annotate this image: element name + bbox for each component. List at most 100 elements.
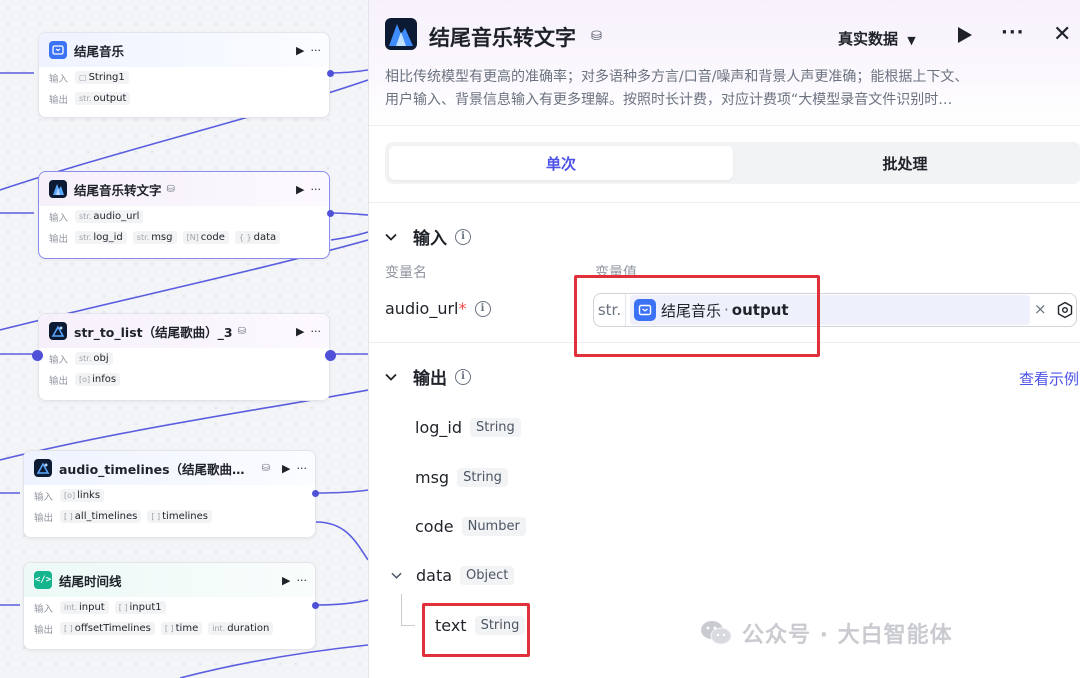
speech-to-text-app-icon (385, 18, 417, 50)
workflow-node-end-music-to-text[interactable]: 结尾音乐转文字 ⛁ ▶ ··· 输入 str. audio_url 输出 str.… (38, 171, 330, 259)
tree-connector (401, 594, 415, 626)
highlight-box-text-output (422, 603, 530, 657)
output-tag: [N] code (182, 231, 229, 244)
node-title: 结尾时间线 (59, 573, 122, 589)
run-button[interactable] (957, 26, 973, 44)
output-tag: [ ] time (160, 622, 203, 635)
info-icon[interactable]: i (455, 368, 471, 385)
output-section-toggle[interactable]: 输出 i (385, 364, 471, 389)
plugin-badge-icon: ⛁ (261, 462, 271, 474)
output-tag: int. duration (208, 622, 274, 635)
column-header-name: 变量名 (385, 265, 427, 281)
output-section-title: 输出 (413, 369, 447, 389)
plugin-badge-icon: ⛁ (591, 29, 602, 44)
output-tag: [ ] timelines (147, 510, 212, 523)
output-item: log_id String (415, 418, 521, 437)
output-item-expandable[interactable]: data Object (391, 566, 515, 585)
tab-batch[interactable]: 批处理 (733, 146, 1077, 180)
type-badge: String (457, 468, 508, 487)
output-tag: [o] infos (75, 373, 121, 386)
node-inputs-row: 输入 int. input [ ] input1 (24, 597, 315, 618)
node-output-port[interactable] (312, 490, 319, 497)
clear-icon[interactable]: × (1034, 300, 1047, 318)
output-tag: { } data (234, 231, 281, 244)
node-input-port[interactable] (32, 350, 43, 361)
chevron-down-icon (385, 373, 397, 381)
watermark: 公众号 · 大白智能体 (700, 617, 953, 649)
node-run-button[interactable]: ▶ (282, 462, 290, 475)
node-header: 结尾音乐 ▶ ··· (39, 33, 329, 67)
input-section-toggle[interactable]: 输入 i (385, 224, 471, 249)
plugin-badge-icon: ⛁ (166, 183, 175, 195)
plugin-icon (34, 459, 52, 477)
input-section-title: 输入 (413, 229, 447, 249)
output-tag: [ ] all_timelines (60, 510, 142, 523)
node-output-port[interactable] (325, 350, 336, 361)
code-block-icon (49, 41, 67, 59)
info-icon[interactable]: i (474, 300, 491, 317)
output-tag: str. log_id (75, 231, 127, 244)
input-tag: str. obj (75, 352, 113, 365)
panel-title: 结尾音乐转文字 (429, 26, 576, 50)
chevron-down-icon (391, 572, 402, 579)
node-header: audio_timelines（结尾歌曲… ⛁ ▶ ··· (24, 451, 315, 485)
workflow-node-str-to-list[interactable]: str_to_list（结尾歌曲）_3 ⛁ ▶ ··· 输入 str. obj 输… (38, 313, 330, 401)
node-run-button[interactable]: ▶ (296, 44, 304, 57)
node-more-button[interactable]: ··· (311, 325, 322, 338)
node-inputs-row: 输入 str. obj (39, 348, 329, 369)
wechat-icon (701, 621, 732, 645)
output-tag: str. msg (132, 231, 177, 244)
workflow-node-end-music[interactable]: 结尾音乐 ▶ ··· 输入 ▢ String1 输出 str. output (38, 32, 330, 118)
output-tag: str. output (75, 92, 131, 105)
node-output-port[interactable] (327, 210, 334, 217)
code-icon: </> (34, 571, 52, 589)
output-tag: [ ] offsetTimelines (60, 622, 155, 635)
more-button[interactable]: ··· (1001, 22, 1025, 43)
required-marker: * (458, 299, 467, 318)
chevron-down-icon (385, 233, 397, 241)
workflow-node-audio-timelines[interactable]: audio_timelines（结尾歌曲… ⛁ ▶ ··· 输入 [o] link… (23, 450, 316, 538)
node-run-button[interactable]: ▶ (296, 183, 304, 196)
node-more-button[interactable]: ··· (297, 462, 308, 475)
highlight-box-input-value (574, 275, 820, 357)
node-title: audio_timelines（结尾歌曲… (59, 461, 245, 477)
node-header: </> 结尾时间线 ▶ ··· (24, 563, 315, 597)
node-more-button[interactable]: ··· (311, 44, 322, 57)
info-icon[interactable]: i (455, 228, 471, 245)
type-badge: Object (460, 566, 515, 585)
type-badge: Number (461, 517, 526, 536)
panel-description: 相比传统模型有更高的准确率；对多语种多方言/口音/噪声和背景人声更准确；能根据上… (385, 69, 969, 108)
close-button[interactable]: ✕ (1053, 22, 1071, 47)
node-run-button[interactable]: ▶ (296, 325, 304, 338)
node-run-button[interactable]: ▶ (282, 574, 290, 587)
node-more-button[interactable]: ··· (311, 183, 322, 196)
output-item: msg String (415, 468, 508, 487)
node-inputs-row: 输入 str. audio_url (39, 206, 329, 227)
real-data-dropdown[interactable]: 真实数据 ▼ (838, 28, 916, 49)
input-tag: [o] links (60, 489, 105, 502)
node-more-button[interactable]: ··· (297, 574, 308, 587)
input-tag: int. input (60, 601, 109, 614)
workflow-canvas[interactable]: 结尾音乐 ▶ ··· 输入 ▢ String1 输出 str. output 结尾音… (0, 0, 368, 678)
variable-settings-icon[interactable] (1056, 301, 1074, 319)
node-inputs-row: 输入 [o] links (24, 485, 315, 506)
node-outputs-row: 输出 [ ] all_timelines [ ] timelines (24, 506, 315, 527)
node-outputs-row: 输出 [o] infos (39, 369, 329, 390)
node-title: str_to_list（结尾歌曲）_3 (74, 324, 233, 340)
node-outputs-row: 输出 str. log_id str. msg [N] code { } data (39, 227, 329, 248)
speech-to-text-icon (49, 180, 67, 198)
workflow-node-end-timeline[interactable]: </> 结尾时间线 ▶ ··· 输入 int. input [ ] input1 输… (23, 562, 316, 650)
input-tag: ▢ String1 (75, 71, 129, 84)
node-outputs-row: 输出 [ ] offsetTimelines [ ] time int. durati… (24, 618, 315, 639)
run-mode-tabs: 单次 批处理 (385, 142, 1080, 184)
panel-header: 结尾音乐转文字 ⛁ 真实数据 ▼ ··· ✕ 相比传统模型有更高的准确率；对多语… (369, 0, 1080, 126)
tab-single[interactable]: 单次 (389, 146, 733, 180)
node-title: 结尾音乐 (74, 43, 125, 59)
caret-down-icon: ▼ (907, 34, 916, 47)
node-outputs-row: 输出 str. output (39, 88, 329, 109)
input-tag: str. audio_url (75, 210, 144, 223)
plugin-icon (49, 322, 67, 340)
node-output-port[interactable] (327, 70, 334, 77)
node-output-port[interactable] (312, 602, 319, 609)
view-example-link[interactable]: 查看示例 (1019, 368, 1079, 389)
